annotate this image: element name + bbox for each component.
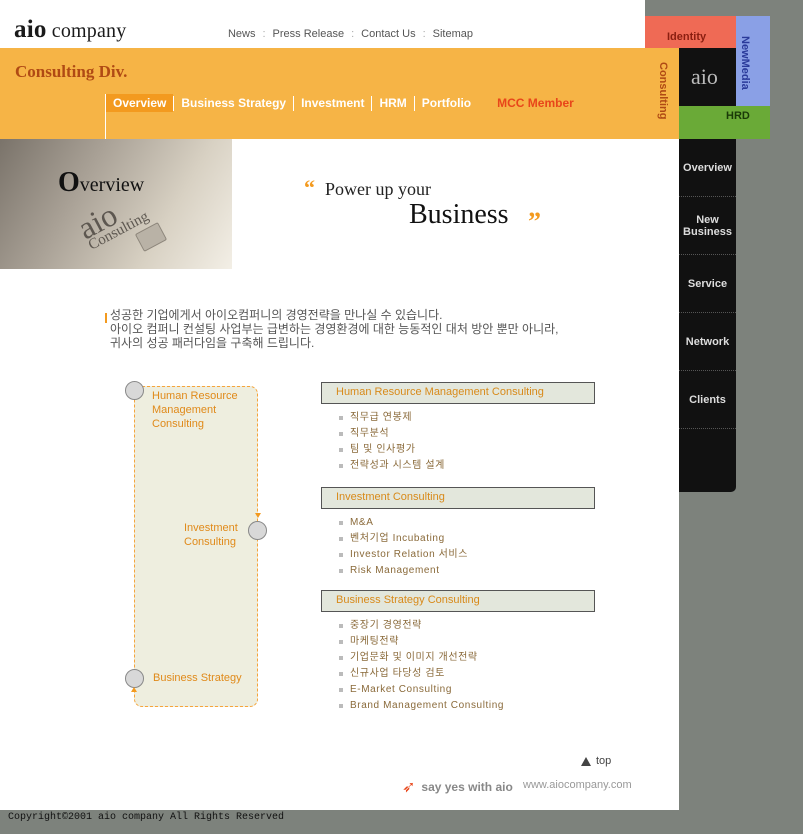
intro-line: 귀사의 성공 패러다임을 구축해 드립니다. — [110, 336, 315, 350]
section-business-strategy: Business Strategy Consulting 중장기 경영전략 마케… — [321, 590, 595, 714]
footer-slogan-text: say yes with aio — [421, 780, 513, 794]
overview-hero-image: Overview aio Consulting — [0, 139, 232, 269]
side-menu-network[interactable]: Network — [679, 313, 736, 371]
side-menu-clients[interactable]: Clients — [679, 371, 736, 429]
list-item: 중장기 경영전략 — [339, 618, 595, 634]
up-triangle-icon — [581, 756, 591, 766]
hero-overview-title: Overview — [58, 167, 145, 198]
list-item: Investor Relation 서비스 — [339, 547, 595, 563]
nav-portfolio[interactable]: Portfolio — [415, 94, 478, 112]
slogan-line-1: Power up your — [325, 179, 431, 199]
flow-node-investment — [248, 521, 267, 540]
tile-hrd-label: HRD — [726, 110, 750, 122]
list-item: E-Market Consulting — [339, 682, 595, 698]
tile-newmedia-label: NewMedia — [739, 36, 751, 90]
flow-label-hr[interactable]: Human Resource Management Consulting — [152, 389, 238, 431]
footer-slogan: ➶ say yes with aio — [402, 777, 513, 797]
section-business-strategy-title[interactable]: Business Strategy Consulting — [321, 590, 595, 612]
tile-hrd[interactable]: HRD — [679, 106, 770, 139]
list-item: 직무분석 — [339, 426, 595, 442]
slogan-line-2: Business — [409, 199, 509, 230]
copyright-notice: Copyright©2001 aio company All Rights Re… — [8, 812, 285, 823]
section-hrm-title[interactable]: Human Resource Management Consulting — [321, 382, 595, 404]
nav-investment[interactable]: Investment — [294, 94, 371, 112]
company-logo[interactable]: aio company — [14, 16, 126, 44]
back-to-top-link[interactable]: top — [581, 755, 611, 767]
click-cursor-icon: ➶ — [402, 779, 416, 796]
intro-marker — [105, 313, 107, 323]
division-title: Consulting Div. — [15, 62, 128, 81]
top-nav-sitemap[interactable]: Sitemap — [433, 28, 473, 40]
list-item: 전략성과 시스템 설계 — [339, 458, 595, 474]
list-item: M&A — [339, 515, 595, 531]
close-quote-icon: ” — [528, 207, 541, 236]
tile-consulting-label: Consulting — [657, 62, 669, 120]
tile-identity-label: Identity — [667, 31, 707, 43]
nav-mcc-member[interactable]: MCC Member — [490, 94, 581, 112]
list-item: 팀 및 인사평가 — [339, 442, 595, 458]
footer-url[interactable]: www.aiocompany.com — [523, 779, 632, 791]
tile-identity[interactable]: Identity — [645, 16, 736, 48]
list-item: 직무급 연봉제 — [339, 410, 595, 426]
list-item: 신규사업 타당성 검토 — [339, 666, 595, 682]
list-item: 마케팅전략 — [339, 634, 595, 650]
tile-aio-label: aio — [691, 64, 718, 89]
side-menu: Overview New Business Service Network Cl… — [679, 139, 736, 492]
intro-line: 성공한 기업에게서 아이오컴퍼니의 경영전략을 만나실 수 있습니다. — [110, 308, 443, 322]
flow-label-business-strategy[interactable]: Business Strategy — [153, 671, 242, 685]
side-menu-overview[interactable]: Overview — [679, 139, 736, 197]
top-nav: News: Press Release: Contact Us: Sitemap — [227, 28, 473, 40]
flow-arrow-down-icon — [255, 513, 261, 518]
section-investment: Investment Consulting M&A 벤처기업 Incubatin… — [321, 487, 595, 579]
division-header: Consulting Div. Overview Business Strate… — [0, 48, 679, 139]
flow-node-business-strategy — [125, 669, 144, 688]
flow-label-investment[interactable]: Investment Consulting — [184, 521, 238, 549]
intro-line: 아이오 컴퍼니 컨설팅 사업부는 급변하는 경영환경에 대한 능동적인 대처 방… — [110, 322, 559, 336]
list-item: Brand Management Consulting — [339, 698, 595, 714]
section-hrm: Human Resource Management Consulting 직무급… — [321, 382, 595, 474]
nav-overview[interactable]: Overview — [106, 94, 174, 112]
side-menu-service[interactable]: Service — [679, 255, 736, 313]
list-item: 벤처기업 Incubating — [339, 531, 595, 547]
side-menu-new-business[interactable]: New Business — [679, 197, 736, 255]
open-quote-icon: “ — [304, 175, 315, 200]
section-investment-title[interactable]: Investment Consulting — [321, 487, 595, 509]
list-item: 기업문화 및 이미지 개선전략 — [339, 650, 595, 666]
tile-aio-logo[interactable]: aio — [679, 48, 736, 106]
top-band: aio company News: Press Release: Contact… — [0, 0, 645, 48]
back-to-top-label: top — [596, 755, 612, 767]
list-item: Risk Management — [339, 563, 595, 579]
top-nav-news[interactable]: News — [228, 28, 256, 40]
intro-text: 성공한 기업에게서 아이오컴퍼니의 경영전략을 만나실 수 있습니다. 아이오 … — [110, 308, 559, 350]
main-nav: Overview Business Strategy Investment HR… — [106, 94, 581, 112]
tile-consulting[interactable]: Consulting — [645, 48, 679, 139]
flow-arrow-up-icon — [131, 687, 137, 692]
nav-hrm[interactable]: HRM — [372, 94, 413, 112]
main-content: Overview aio Consulting “ Power up your … — [0, 139, 679, 810]
top-nav-contact-us[interactable]: Contact Us — [361, 28, 415, 40]
flow-node-hr — [125, 381, 144, 400]
top-nav-press-release[interactable]: Press Release — [273, 28, 345, 40]
tile-newmedia[interactable]: NewMedia — [736, 16, 770, 106]
nav-business-strategy[interactable]: Business Strategy — [174, 94, 293, 112]
